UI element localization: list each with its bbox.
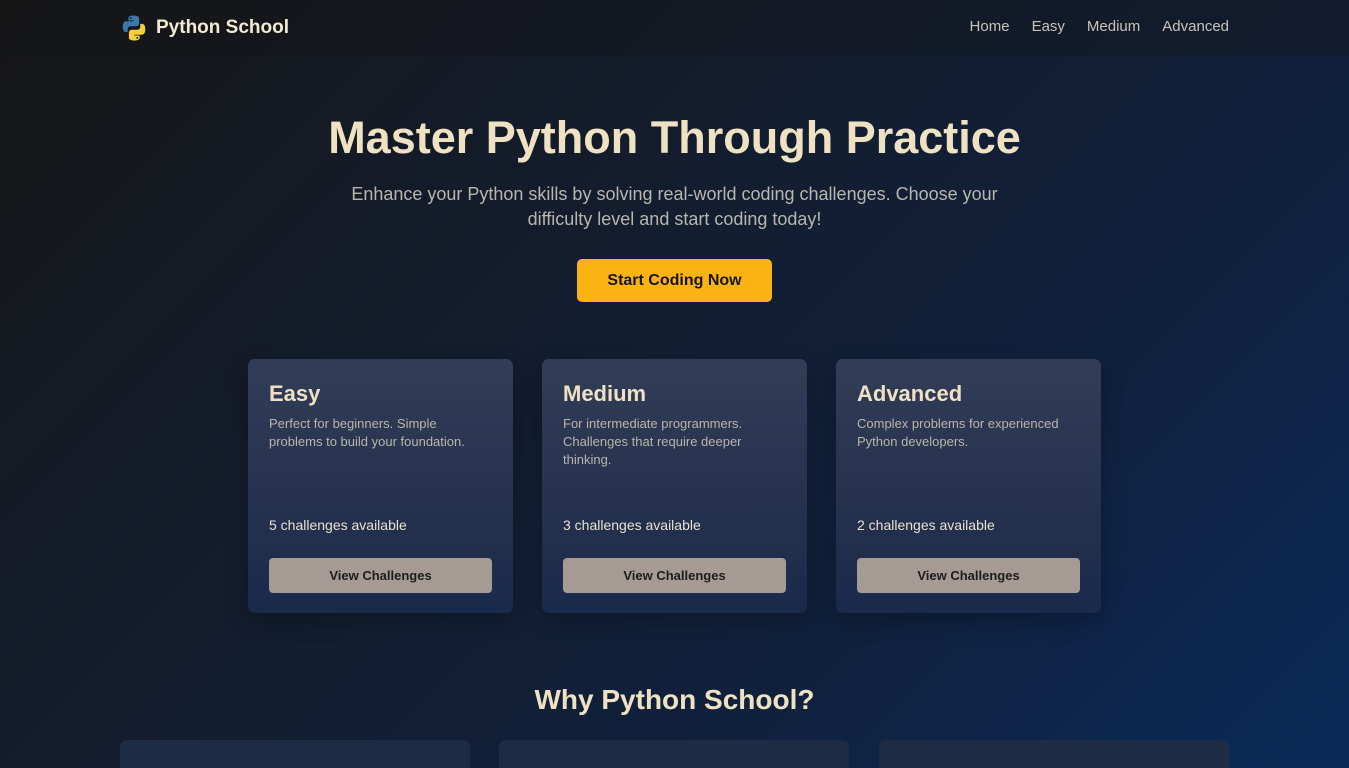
start-coding-button[interactable]: Start Coding Now [577, 259, 772, 302]
nav-link-home[interactable]: Home [970, 18, 1010, 35]
top-navbar: Python School Home Easy Medium Advanced [0, 0, 1349, 56]
view-challenges-button-advanced[interactable]: View Challenges [857, 558, 1080, 593]
feature-card [120, 740, 470, 768]
card-description: For intermediate programmers. Challenges… [563, 416, 743, 467]
view-challenges-button-easy[interactable]: View Challenges [269, 558, 492, 593]
challenge-count: 3 challenges available [563, 517, 701, 533]
level-card-medium: Medium For intermediate programmers. Cha… [542, 359, 807, 613]
card-description: Complex problems for experienced Python … [857, 416, 1059, 449]
feature-card [879, 740, 1229, 768]
nav-link-advanced[interactable]: Advanced [1162, 18, 1229, 35]
level-card-easy: Easy Perfect for beginners. Simple probl… [248, 359, 513, 613]
feature-card [499, 740, 849, 768]
python-logo-icon [122, 15, 146, 41]
hero-title: Master Python Through Practice [328, 112, 1021, 163]
card-title: Easy [269, 381, 321, 406]
challenge-count: 2 challenges available [857, 517, 995, 533]
brand-name: Python School [156, 17, 289, 38]
level-card-advanced: Advanced Complex problems for experience… [836, 359, 1101, 613]
card-title: Advanced [857, 381, 963, 406]
nav-link-easy[interactable]: Easy [1032, 18, 1065, 35]
hero-subtitle: Enhance your Python skills by solving re… [351, 184, 998, 229]
nav-link-medium[interactable]: Medium [1087, 18, 1140, 35]
why-section-title: Why Python School? [534, 684, 815, 715]
view-challenges-button-medium[interactable]: View Challenges [563, 558, 786, 593]
card-description: Perfect for beginners. Simple problems t… [269, 416, 465, 449]
card-title: Medium [563, 381, 647, 406]
challenge-count: 5 challenges available [269, 517, 407, 533]
brand-link[interactable]: Python School [120, 14, 289, 42]
nav-links: Home Easy Medium Advanced [948, 18, 1229, 35]
